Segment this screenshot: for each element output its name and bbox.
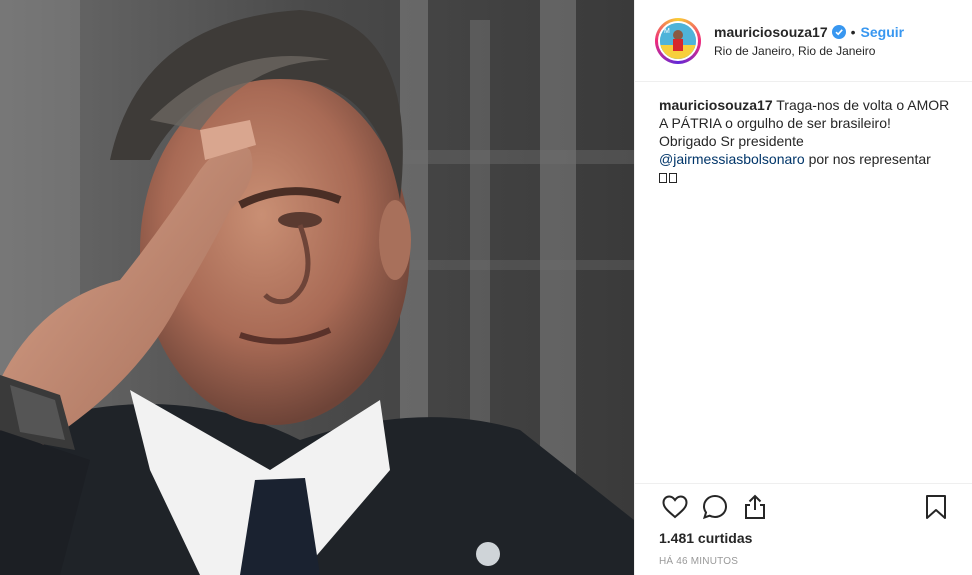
avatar-story-ring[interactable]: M	[655, 17, 701, 64]
comment-button[interactable]	[695, 487, 735, 527]
caption-mention-link[interactable]: @jairmessiasbolsonaro	[659, 151, 805, 167]
separator-dot: •	[850, 23, 856, 40]
avatar-image: M	[660, 22, 696, 59]
instagram-post: M mauriciosouza17 • Seguir Rio de Janeir…	[0, 0, 972, 575]
heart-icon	[662, 495, 688, 519]
photo-image	[0, 0, 634, 575]
avatar[interactable]: M	[658, 20, 698, 61]
caption-text-line2: Obrigado Sr presidente	[659, 133, 804, 149]
svg-text:M: M	[664, 28, 670, 35]
missing-emoji-glyph	[659, 173, 667, 183]
caption-username[interactable]: mauriciosouza17	[659, 97, 773, 113]
caption-text-line3: por nos representar	[804, 151, 931, 167]
comment-icon	[702, 494, 728, 520]
post-photo[interactable]	[0, 0, 634, 575]
share-button[interactable]	[735, 487, 775, 527]
post-header: M mauriciosouza17 • Seguir Rio de Janeir…	[635, 0, 972, 82]
post-actions-section: 1.481 curtidas HÁ 46 MINUTOS	[635, 483, 972, 575]
share-icon	[745, 494, 765, 519]
follow-button[interactable]: Seguir	[861, 25, 905, 39]
verified-badge-icon	[831, 24, 846, 39]
header-username[interactable]: mauriciosouza17	[714, 25, 828, 39]
bookmark-icon	[926, 495, 946, 519]
post-timestamp[interactable]: HÁ 46 MINUTOS	[659, 556, 956, 567]
caption-emoji	[659, 168, 956, 186]
action-bar	[655, 484, 956, 530]
post-sidebar: M mauriciosouza17 • Seguir Rio de Janeir…	[634, 0, 972, 575]
like-button[interactable]	[655, 487, 695, 527]
likes-count[interactable]: 1.481 curtidas	[659, 530, 956, 546]
caption: mauriciosouza17 Traga-nos de volta o AMO…	[635, 82, 972, 483]
missing-emoji-glyph	[669, 173, 677, 183]
location-link[interactable]: Rio de Janeiro, Rio de Janeiro	[714, 45, 904, 57]
save-button[interactable]	[916, 487, 956, 527]
